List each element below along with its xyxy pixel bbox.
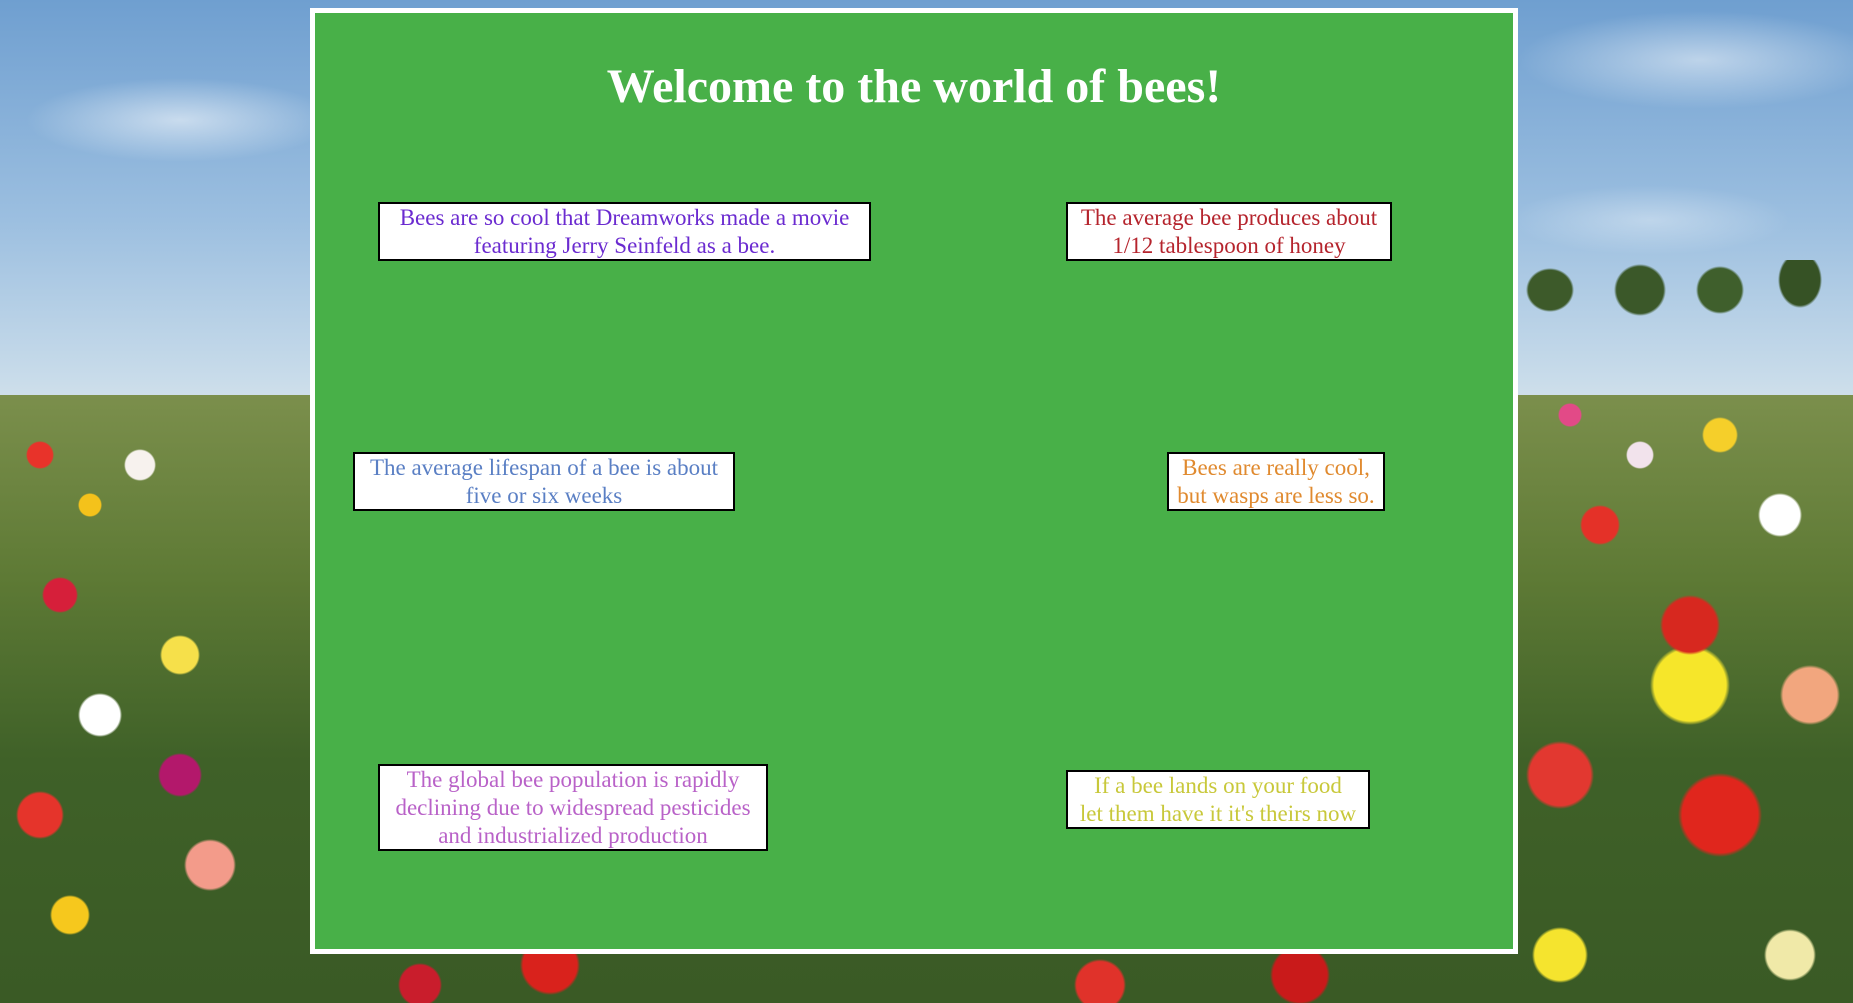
fact-box-wasps: Bees are really cool, but wasps are less… [1167, 452, 1385, 511]
fact-box-honey: The average bee produces about 1/12 tabl… [1066, 202, 1392, 261]
fact-box-food: If a bee lands on your food let them hav… [1066, 770, 1370, 829]
fact-line: and industrialized production [438, 823, 708, 848]
fact-box-dreamworks: Bees are so cool that Dreamworks made a … [378, 202, 871, 261]
fact-box-population: The global bee population is rapidly dec… [378, 764, 768, 851]
fact-line: The average bee produces about [1080, 205, 1378, 230]
main-panel: Welcome to the world of bees! Bees are s… [310, 8, 1518, 954]
fact-line: but wasps are less so. [1177, 483, 1375, 508]
fact-line: Bees are so cool that Dreamworks made a … [399, 205, 850, 230]
fact-line: Bees are really cool, [1182, 455, 1370, 480]
fact-line: The global bee population is rapidly [406, 767, 740, 792]
fact-line: let them have it it's theirs now [1079, 801, 1357, 826]
fact-box-lifespan: The average lifespan of a bee is about f… [353, 452, 735, 511]
fact-line: declining due to widespread pesticides [395, 795, 751, 820]
treeline [1520, 260, 1853, 320]
page-title: Welcome to the world of bees! [606, 60, 1222, 113]
fact-line: If a bee lands on your food [1094, 773, 1342, 798]
fact-line: featuring Jerry Seinfeld as a bee. [473, 233, 776, 258]
fact-line: 1/12 tablespoon of honey [1112, 233, 1346, 258]
fact-line: The average lifespan of a bee is about [369, 455, 719, 480]
fact-line: five or six weeks [465, 483, 623, 508]
